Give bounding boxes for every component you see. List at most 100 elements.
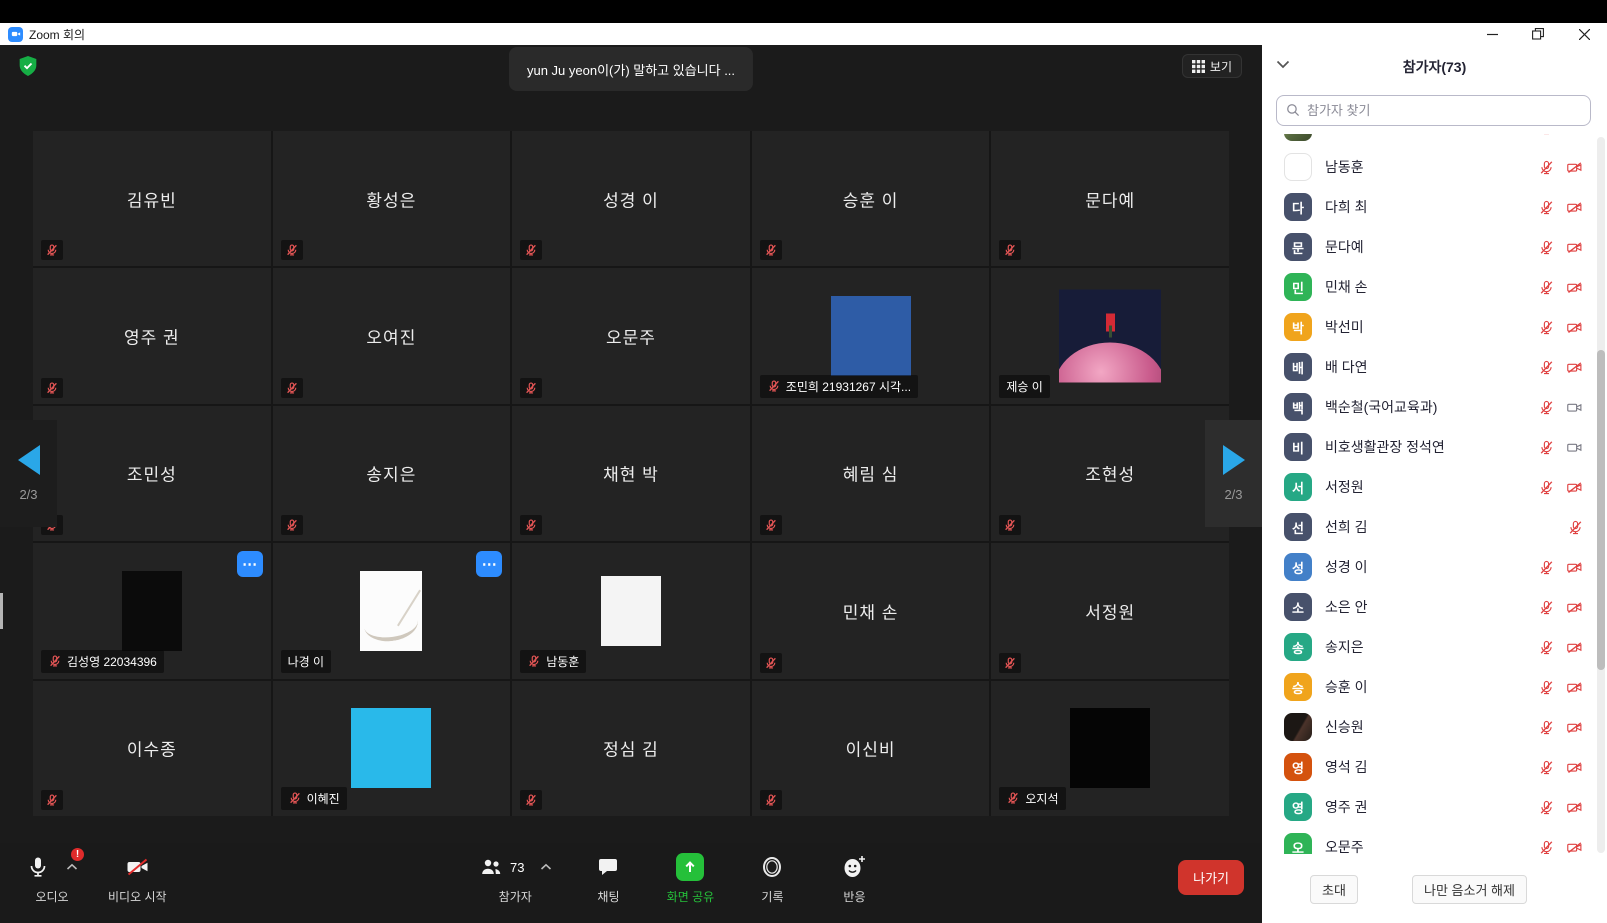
camera-off-icon [1565,134,1584,136]
video-tile[interactable]: 김성영 22034396 [33,543,271,678]
video-tile[interactable]: 오여진 [273,268,511,403]
video-tile[interactable]: 송지은 [273,406,511,541]
record-button[interactable]: 기록 [746,852,798,905]
participant-row[interactable]: 영 영주 권 [1262,787,1607,827]
video-tile[interactable]: 이혜진 [273,681,511,816]
avatar-letter: 영 [1292,798,1304,817]
video-tile[interactable]: 이수종 [33,681,271,816]
mic-muted-icon [1538,839,1555,855]
participant-row[interactable]: 소 소은 안 [1262,587,1607,627]
minimize-button[interactable] [1469,23,1515,45]
participant-row[interactable]: 영 영석 김 [1262,747,1607,787]
video-tile[interactable]: 제승 이 [991,268,1229,403]
share-screen-icon [676,853,704,881]
mic-muted-icon [1538,239,1555,256]
video-tile[interactable]: 김유빈 [33,131,271,266]
chat-button-label: 채팅 [597,888,619,905]
participant-name: 문다예 [1325,237,1364,257]
participant-row[interactable]: 선 선희 김 [1262,507,1607,547]
tile-label-chip [41,240,63,260]
restore-button[interactable] [1515,23,1561,45]
window-titlebar: Zoom 회의 [0,23,1607,45]
previous-page-button[interactable]: 2/3 [0,420,57,527]
tile-participant-name: 김유빈 [33,186,271,211]
participant-row[interactable]: 배 배 다연 [1262,347,1607,387]
close-button[interactable] [1561,23,1607,45]
participant-row[interactable]: 남동훈 [1262,147,1607,187]
video-tile[interactable]: 조민성 [33,406,271,541]
avatar-letter: 송 [1292,638,1304,657]
participant-name: 비호생활관장 정석연 [1325,437,1445,457]
invite-button[interactable]: 초대 [1310,875,1358,904]
video-tile[interactable]: 채현 박 [512,406,750,541]
participant-row[interactable]: 박 박선미 [1262,307,1607,347]
tile-more-button[interactable] [237,551,263,577]
share-screen-button[interactable]: 화면 공유 [664,852,716,905]
tile-participant-name: 송지은 [273,461,511,486]
tile-label-chip [760,790,782,810]
collapse-panel-button[interactable] [1276,57,1290,72]
video-tile[interactable]: 서정원 [991,543,1229,678]
participants-button[interactable]: 73 참가자 [478,852,552,905]
video-tile[interactable]: 영주 권 [33,268,271,403]
chevron-up-icon[interactable] [66,863,78,871]
participant-row[interactable]: 서 서정원 [1262,467,1607,507]
video-tile[interactable]: 오지석 [991,681,1229,816]
video-tile[interactable]: 정심 김 [512,681,750,816]
tile-label-text: 나경 이 [288,653,324,670]
participant-row[interactable]: 성 성경 이 [1262,547,1607,587]
leave-button[interactable]: 나가기 [1178,860,1244,895]
video-tile[interactable]: 이신비 [752,681,990,816]
scrollbar-thumb[interactable] [1597,350,1605,670]
security-shield-icon[interactable] [18,55,38,77]
participant-row[interactable]: 오 오문주 [1262,827,1607,854]
mic-muted-icon [1538,559,1555,576]
mic-muted-icon [1538,599,1555,616]
video-tile[interactable]: 혜림 심 [752,406,990,541]
participant-row[interactable]: 문 문다예 [1262,227,1607,267]
avatar: 비 [1284,433,1312,461]
tile-participant-name: 문다예 [991,186,1229,211]
participant-row[interactable]: 승 승훈 이 [1262,667,1607,707]
participant-row[interactable]: 다 다희 최 [1262,187,1607,227]
tile-label-chip [520,790,542,810]
tile-participant-name: 오문주 [512,324,750,349]
participant-name: 영주 권 [1325,797,1368,817]
participant-row[interactable]: 신승원 [1262,707,1607,747]
chat-button[interactable]: 채팅 [582,852,634,905]
video-tile[interactable]: 조민희 21931267 시각... [752,268,990,403]
video-tile[interactable]: 조현성 [991,406,1229,541]
next-page-button[interactable]: 2/3 [1205,420,1262,527]
participant-search-input[interactable] [1276,95,1591,126]
video-tile[interactable]: 민채 손 [752,543,990,678]
reactions-button[interactable]: 반응 [828,852,880,905]
avatar-letter: 문 [1292,238,1304,257]
view-button[interactable]: 보기 [1182,54,1242,78]
tile-more-button[interactable] [476,551,502,577]
avatar: 다 [1284,193,1312,221]
participant-row[interactable] [1262,134,1607,147]
tile-label-chip [41,378,63,398]
video-tile[interactable]: 문다예 [991,131,1229,266]
unmute-me-button[interactable]: 나만 음소거 해제 [1412,875,1527,904]
participant-row[interactable]: 백 백순철(국어교육과) [1262,387,1607,427]
video-tile[interactable]: 황성은 [273,131,511,266]
video-tile[interactable]: 성경 이 [512,131,750,266]
video-tile[interactable]: 남동훈 [512,543,750,678]
avatar: 백 [1284,393,1312,421]
participant-row[interactable]: 민 민채 손 [1262,267,1607,307]
video-tile[interactable]: 나경 이 [273,543,511,678]
mic-muted-icon [45,793,59,807]
chevron-up-icon[interactable] [540,863,552,871]
tile-label-chip [41,790,63,810]
start-video-button[interactable]: 비디오 시작 [108,852,167,905]
participant-row[interactable]: 송 송지은 [1262,627,1607,667]
video-tile[interactable]: 오문주 [512,268,750,403]
camera-off-icon [1565,599,1584,616]
video-tile[interactable]: 승훈 이 [752,131,990,266]
tile-label-chip: 나경 이 [281,650,331,673]
audio-button[interactable]: ! 오디오 [26,852,78,905]
mic-muted-icon [1538,319,1555,336]
participant-status-icons [1538,439,1584,456]
participant-row[interactable]: 비 비호생활관장 정석연 [1262,427,1607,467]
